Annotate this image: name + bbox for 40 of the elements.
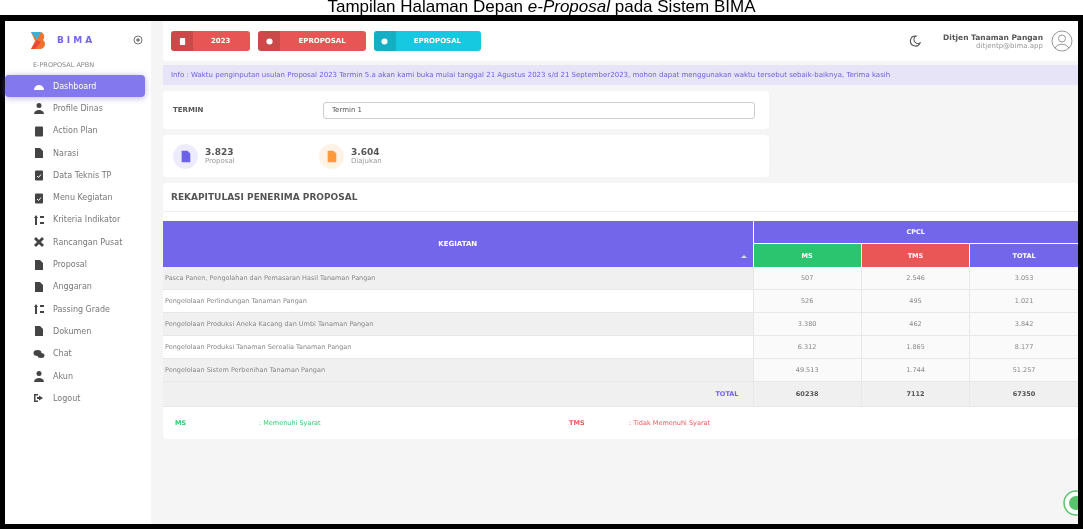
stat-value: 3.604 bbox=[351, 147, 381, 157]
chat-icon bbox=[33, 347, 45, 360]
document-icon bbox=[33, 280, 45, 293]
section-title: REKAPITULASI PENERIMA PROPOSAL bbox=[163, 183, 1078, 212]
sidebar-item[interactable]: Logout bbox=[13, 387, 145, 410]
sidebar-item[interactable]: Data Teknis TP bbox=[13, 164, 145, 187]
sidebar-item[interactable]: Action Plan bbox=[13, 119, 145, 142]
moon-icon[interactable] bbox=[909, 35, 922, 47]
person-icon bbox=[33, 102, 45, 115]
checklist-icon bbox=[33, 169, 45, 182]
document-icon bbox=[33, 325, 45, 338]
sidebar-item[interactable]: Chat bbox=[13, 342, 145, 365]
sidebar-item[interactable]: Akun bbox=[13, 364, 145, 388]
sidebar-item[interactable]: Dashboard bbox=[5, 75, 145, 98]
sort-icon bbox=[33, 303, 45, 316]
caption: Tampilan Halaman Depan e-Proposal pada Sistem BIMA bbox=[326, 0, 757, 15]
stat-value: 3.823 bbox=[205, 147, 235, 157]
person-icon bbox=[33, 370, 45, 382]
chat-bubble-icon[interactable] bbox=[1062, 490, 1078, 516]
target-icon[interactable] bbox=[133, 35, 143, 45]
checklist-icon bbox=[33, 191, 45, 204]
avatar-icon[interactable] bbox=[1051, 30, 1073, 52]
sort-icon[interactable] bbox=[740, 255, 747, 261]
sidebar-item[interactable]: Menu Kegiatan bbox=[13, 186, 145, 209]
document-icon bbox=[319, 143, 344, 169]
sidebar-item[interactable]: Proposal bbox=[13, 253, 145, 276]
sidebar-item[interactable]: Kriteria Indikator bbox=[13, 208, 145, 232]
document-icon bbox=[33, 258, 45, 271]
sidebar-item[interactable]: Anggaran bbox=[13, 275, 145, 298]
logout-icon bbox=[33, 392, 45, 405]
sort-icon bbox=[33, 213, 45, 226]
calendar-icon bbox=[178, 37, 186, 45]
brand-name: BIMA bbox=[57, 35, 96, 45]
sidebar-item[interactable]: Dokumen bbox=[13, 320, 145, 343]
sidebar-item[interactable]: Passing Grade bbox=[13, 297, 145, 321]
document-icon bbox=[33, 147, 45, 160]
sidebar-item[interactable]: Narasi bbox=[13, 141, 145, 165]
sidebar-item[interactable]: Rancangan Pusat bbox=[13, 231, 145, 254]
sidebar-item[interactable]: Profile Dinas bbox=[13, 97, 145, 120]
document-icon bbox=[173, 143, 198, 169]
